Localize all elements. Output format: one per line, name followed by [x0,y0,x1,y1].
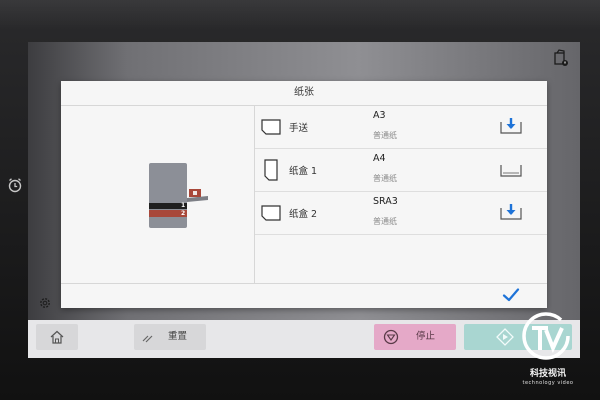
paper-size: A4 [373,153,386,164]
checkmark-icon [502,288,520,302]
tray-loaded-icon [500,204,522,220]
tray-1-marker: 1 [181,202,186,209]
start-button[interactable] [464,324,572,350]
dialog-title: 纸张 [61,81,547,106]
confirm-checkmark-button[interactable] [501,287,521,305]
paper-type: 普通纸 [373,174,397,183]
bottom-action-bar: 重置 停止 [28,320,580,358]
paper-landscape-icon [261,205,281,221]
tray-name: 手送 [289,123,309,134]
reset-label: 重置 [168,331,188,342]
paper-size: SRA3 [373,196,398,207]
paper-type: 普通纸 [373,217,397,226]
tray-row-cassette-2[interactable]: 纸盒 2 SRA3 普通纸 [255,192,547,235]
machine-panel: 1 2 [61,106,255,283]
alarm-clock-icon[interactable] [6,176,24,194]
tray-empty-icon [500,165,522,177]
watermark-title: 科技视讯 [529,369,566,379]
stop-label: 停止 [416,331,436,342]
reset-icon [142,335,153,343]
stop-button[interactable]: 停止 [374,324,456,350]
tray-name: 纸盒 1 [289,166,318,177]
paper-type: 普通纸 [373,131,397,140]
tray-loaded-icon [500,118,522,134]
machine-diagram [149,163,208,228]
home-icon [50,330,64,344]
tray-list: 手送 A3 普通纸 纸盒 1 A4 普通纸 纸盒 2 SRA3 普通纸 [255,106,547,283]
toner-status-icon[interactable] [552,48,570,68]
tray-name: 纸盒 2 [289,209,318,220]
tray-row-bypass[interactable]: 手送 A3 普通纸 [255,106,547,149]
dialog-footer [61,283,547,309]
paper-size: A3 [373,110,386,121]
paper-dialog: 纸张 1 2 手送 A3 普通纸 纸盒 1 A4 普通纸 纸盒 2 SRA3 普… [61,81,547,308]
paper-portrait-icon [264,159,278,181]
gear-icon[interactable] [38,296,52,310]
tray-2-marker: 2 [181,210,186,217]
touch-screen: 纸张 1 2 手送 A3 普通纸 纸盒 1 A4 普通纸 纸盒 2 SRA3 普… [28,42,580,358]
start-diamond-icon [496,328,514,346]
device-frame: 纸张 1 2 手送 A3 普通纸 纸盒 1 A4 普通纸 纸盒 2 SRA3 普… [0,0,600,400]
reset-button[interactable]: 重置 [134,324,206,350]
home-button[interactable] [36,324,78,350]
paper-landscape-icon [261,119,281,135]
tray-row-cassette-1[interactable]: 纸盒 1 A4 普通纸 [255,149,547,192]
watermark-subtitle: technology video [522,380,574,386]
bezel-glare [0,0,600,30]
stop-icon [383,329,399,345]
